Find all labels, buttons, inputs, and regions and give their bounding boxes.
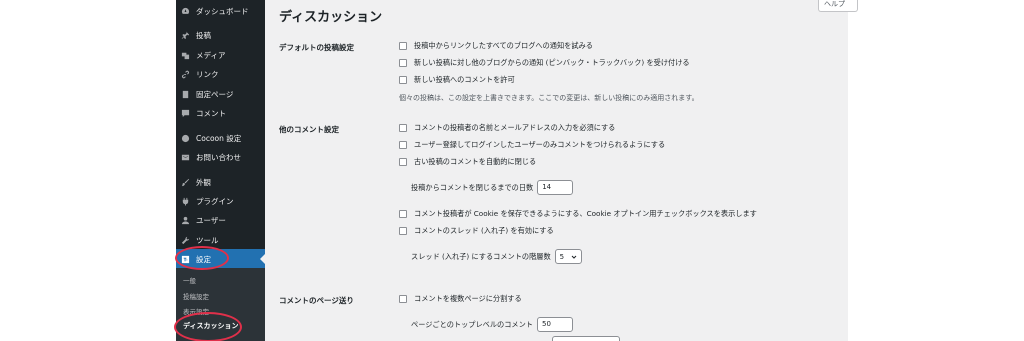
submenu-item-general[interactable]: 一般 — [183, 275, 196, 285]
sidebar-item-media[interactable]: メディア — [176, 46, 265, 64]
checkbox[interactable] — [399, 295, 407, 303]
section-label-default-post: デフォルトの投稿設定 — [279, 43, 354, 52]
media-icon — [181, 51, 190, 60]
submenu-item-writing[interactable]: 投稿設定 — [183, 291, 209, 301]
option-label: ユーザー登録してログインしたユーザーのみコメントをつけられるようにする — [414, 140, 666, 149]
checkbox[interactable] — [399, 141, 407, 149]
close-days-label: 投稿からコメントを閉じるまでの日数 — [411, 182, 534, 192]
thread-depth-row: スレッド (入れ子) にするコメントの階層数 5 — [411, 249, 582, 264]
cocoon-icon — [181, 134, 190, 143]
thread-depth-value: 5 — [559, 252, 565, 261]
per-page-input[interactable]: 50 — [536, 317, 573, 332]
checkbox[interactable] — [399, 210, 407, 218]
thread-depth-select[interactable]: 5 — [554, 249, 582, 264]
option-page-comments[interactable]: コメントを複数ページに分割する — [399, 293, 522, 305]
option-label: コメント投稿者が Cookie を保存できるようにする、Cookie オプトイン… — [414, 209, 757, 218]
close-days-input[interactable]: 14 — [537, 180, 574, 195]
sidebar-item-appearance[interactable]: 外観 — [176, 173, 265, 191]
brush-icon — [181, 178, 190, 187]
checkbox[interactable] — [399, 76, 407, 84]
option-label: 古い投稿のコメントを自動的に閉じる — [414, 157, 537, 166]
option-label: 新しい投稿に対し他のブログからの通知 (ピンバック・トラックバック) を受け付け… — [414, 58, 690, 67]
sidebar-item-label: メディア — [196, 50, 226, 60]
default-post-description: 個々の投稿は、この設定を上書きできます。ここでの変更は、新しい投稿にのみ適用され… — [399, 94, 699, 102]
sidebar-item-pages[interactable]: 固定ページ — [176, 85, 265, 103]
sidebar-item-contact[interactable]: お問い合わせ — [176, 148, 265, 166]
help-tab-button[interactable]: ヘルプ — [818, 0, 858, 12]
checkbox[interactable] — [399, 158, 407, 166]
section-label-paging: コメントのページ送り — [279, 296, 354, 305]
option-label: コメントのスレッド (入れ子) を有効にする — [414, 226, 554, 235]
option-label: 投稿中からリンクしたすべてのブログへの通知を試みる — [414, 41, 593, 50]
per-page-label: ページごとのトップレベルのコメント — [411, 319, 533, 329]
annotation-circle-settings — [175, 246, 229, 270]
checkbox[interactable] — [399, 42, 407, 50]
option-label: コメントを複数ページに分割する — [414, 294, 522, 303]
dashboard-icon — [181, 7, 190, 16]
option-label: 新しい投稿へのコメントを許可 — [414, 75, 515, 84]
sidebar-item-label: お問い合わせ — [196, 152, 241, 162]
sidebar-item-users[interactable]: ユーザー — [176, 211, 265, 229]
option-require-name-email[interactable]: コメントの投稿者の名前とメールアドレスの入力を必須にする — [399, 122, 615, 134]
section-label-other-comment: 他のコメント設定 — [279, 125, 339, 134]
sidebar-item-label: コメント — [196, 108, 226, 118]
sidebar-item-label: 固定ページ — [196, 89, 234, 99]
sidebar-item-label: 外観 — [196, 177, 211, 187]
checkbox[interactable] — [399, 59, 407, 67]
user-icon — [181, 216, 190, 225]
page-icon — [181, 90, 190, 99]
option-allow-comments[interactable]: 新しい投稿へのコメントを許可 — [399, 74, 515, 86]
option-close-old-comments[interactable]: 古い投稿のコメントを自動的に閉じる — [399, 156, 536, 168]
sidebar-item-label: プラグイン — [196, 196, 234, 206]
sidebar-item-label: ツール — [196, 235, 219, 245]
option-allow-pings[interactable]: 新しい投稿に対し他のブログからの通知 (ピンバック・トラックバック) を受け付け… — [399, 57, 690, 69]
sidebar-item-plugins[interactable]: プラグイン — [176, 192, 265, 210]
sidebar-item-label: ダッシュボード — [196, 6, 249, 16]
checkbox[interactable] — [399, 227, 407, 235]
admin-sidebar: ダッシュボード 投稿 メディア リンク 固定ページ コメント Cocoon 設定… — [176, 0, 265, 341]
sidebar-item-comments[interactable]: コメント — [176, 104, 265, 122]
page-title: ディスカッション — [279, 10, 383, 25]
mail-icon — [181, 153, 190, 162]
option-thread-comments[interactable]: コメントのスレッド (入れ子) を有効にする — [399, 225, 554, 237]
wrench-icon — [181, 236, 190, 245]
pin-icon — [181, 31, 190, 40]
option-cookie-optin[interactable]: コメント投稿者が Cookie を保存できるようにする、Cookie オプトイン… — [399, 208, 757, 220]
sidebar-item-links[interactable]: リンク — [176, 65, 265, 83]
sidebar-item-dashboard[interactable]: ダッシュボード — [176, 2, 265, 20]
option-registration-required[interactable]: ユーザー登録してログインしたユーザーのみコメントをつけられるようにする — [399, 139, 665, 151]
comment-icon — [181, 109, 190, 118]
annotation-circle-discussion — [174, 312, 242, 341]
sidebar-item-label: リンク — [196, 69, 219, 79]
link-icon — [181, 70, 190, 79]
sidebar-item-label: ユーザー — [196, 215, 226, 225]
plugin-icon — [181, 197, 190, 206]
option-label: コメントの投稿者の名前とメールアドレスの入力を必須にする — [414, 123, 616, 132]
main-content: ディスカッション デフォルトの投稿設定 投稿中からリンクしたすべてのブログへの通… — [265, 0, 848, 341]
sidebar-item-label: 投稿 — [196, 30, 211, 40]
thread-depth-label: スレッド (入れ子) にするコメントの階層数 — [411, 251, 551, 261]
option-attempt-notify[interactable]: 投稿中からリンクしたすべてのブログへの通知を試みる — [399, 40, 593, 52]
sidebar-item-label: Cocoon 設定 — [196, 133, 242, 143]
partial-select[interactable] — [552, 336, 620, 341]
sidebar-item-cocoon-settings[interactable]: Cocoon 設定 — [176, 129, 265, 147]
close-days-row: 投稿からコメントを閉じるまでの日数 14 — [411, 180, 574, 195]
chevron-down-icon — [571, 255, 576, 259]
sidebar-item-posts[interactable]: 投稿 — [176, 26, 265, 44]
checkbox[interactable] — [399, 124, 407, 132]
per-page-row: ページごとのトップレベルのコメント 50 — [411, 317, 573, 332]
